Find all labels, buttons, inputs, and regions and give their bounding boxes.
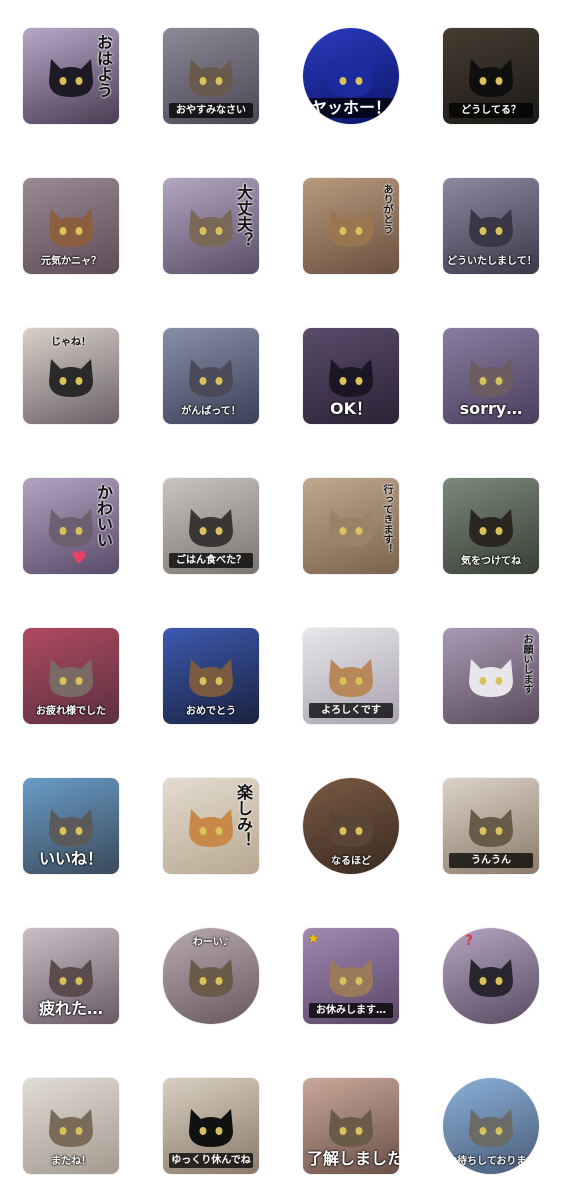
cat-icon: [469, 58, 513, 97]
sticker-caption: 元気かニャ？: [41, 256, 101, 267]
sticker-caption: ありがとう: [381, 184, 392, 234]
cat-icon: [189, 658, 233, 697]
sticker-s08[interactable]: どういたしまして！: [443, 178, 539, 274]
sticker-caption: おはよう: [94, 34, 113, 98]
heart-icon: ♥: [71, 548, 88, 569]
sticker-s15[interactable]: 行ってきます！: [303, 478, 399, 574]
sticker-s12[interactable]: sorry…: [443, 328, 539, 424]
sticker-s32[interactable]: お待ちしております: [443, 1078, 539, 1174]
sticker-s10[interactable]: がんばって！: [163, 328, 259, 424]
sticker-s18[interactable]: おめでとう: [163, 628, 259, 724]
cat-icon: [329, 658, 373, 697]
sticker-caption: いいね！: [38, 849, 103, 868]
sticker-s06[interactable]: 大丈夫？: [163, 178, 259, 274]
sticker-caption: かわいい: [94, 484, 113, 548]
sticker-s07[interactable]: ありがとう: [303, 178, 399, 274]
cat-icon: [189, 1108, 233, 1147]
sticker-caption: お願いします: [521, 634, 532, 694]
cat-icon: [469, 808, 513, 847]
sticker-s24[interactable]: うんうん: [443, 778, 539, 874]
sticker-caption: ヤッホー！: [309, 98, 393, 118]
sticker-caption: ゆっくり休んでね: [169, 1153, 253, 1168]
sticker-s02[interactable]: おやすみなさい: [163, 28, 259, 124]
cat-icon: [329, 1108, 373, 1147]
sticker-s25[interactable]: 疲れた…: [23, 928, 119, 1024]
cat-icon: [189, 58, 233, 97]
sticker-s29[interactable]: またね！: [23, 1078, 119, 1174]
cat-icon: [329, 358, 373, 397]
cat-icon: [49, 208, 93, 247]
sticker-s11[interactable]: OK！: [303, 328, 399, 424]
sticker-caption: 疲れた…: [38, 999, 103, 1018]
sticker-caption: どうしてる？: [449, 103, 533, 118]
sticker-s23[interactable]: なるほど: [303, 778, 399, 874]
cat-icon: [469, 1108, 513, 1147]
sticker-caption: わーい♪: [192, 937, 230, 948]
cat-icon: [329, 208, 373, 247]
cat-icon: [469, 358, 513, 397]
sticker-caption: お休みします…: [309, 1003, 393, 1018]
sticker-s05[interactable]: 元気かニャ？: [23, 178, 119, 274]
sticker-s19[interactable]: よろしくです: [303, 628, 399, 724]
cat-icon: [329, 508, 373, 547]
cat-icon: [469, 958, 513, 997]
cat-icon: [469, 208, 513, 247]
sticker-caption: おめでとう: [186, 706, 236, 717]
cat-icon: [49, 658, 93, 697]
sticker-s04[interactable]: どうしてる？: [443, 28, 539, 124]
sticker-caption: なるほど: [331, 856, 371, 867]
cat-icon: [469, 508, 513, 547]
cat-icon: [49, 958, 93, 997]
sticker-caption: お待ちしております: [447, 1156, 537, 1167]
sticker-s01[interactable]: おはよう: [23, 28, 119, 124]
sticker-s20[interactable]: お願いします: [443, 628, 539, 724]
sticker-s17[interactable]: お疲れ様でした: [23, 628, 119, 724]
sticker-caption: じゃね！: [51, 337, 91, 348]
sticker-s22[interactable]: 楽しみ！: [163, 778, 259, 874]
sticker-s27[interactable]: お休みします… ★: [303, 928, 399, 1024]
sticker-caption: 楽しみ！: [234, 784, 253, 848]
cat-icon: [49, 358, 93, 397]
sticker-caption: うんうん: [449, 853, 533, 868]
cat-icon: [469, 658, 513, 697]
sticker-s14[interactable]: ごはん食べた？: [163, 478, 259, 574]
sticker-grid: おはようおやすみなさい ヤッホー！ どうしてる？ 元気かニャ？ 大丈夫？ ありがとうどうい…: [0, 0, 562, 1200]
sticker-caption: 気をつけてね: [461, 556, 521, 567]
cat-icon: [189, 508, 233, 547]
sticker-s31[interactable]: 了解しました: [303, 1078, 399, 1174]
sticker-caption: がんばって！: [181, 406, 241, 417]
sticker-s03[interactable]: ヤッホー！: [303, 28, 399, 124]
sticker-s09[interactable]: じゃね！: [23, 328, 119, 424]
sticker-caption: OK！: [329, 399, 372, 418]
sticker-caption: 大丈夫？: [234, 184, 253, 248]
sticker-caption: sorry…: [459, 399, 523, 418]
sticker-caption: よろしくです: [309, 703, 393, 718]
sticker-s16[interactable]: 気をつけてね: [443, 478, 539, 574]
sticker-caption: 了解しました: [307, 1149, 399, 1168]
sticker-caption: 行ってきます！: [381, 484, 392, 554]
sticker-s13[interactable]: かわいい ♥: [23, 478, 119, 574]
sticker-s30[interactable]: ゆっくり休んでね: [163, 1078, 259, 1174]
cat-icon: [49, 808, 93, 847]
sticker-caption: お疲れ様でした: [36, 706, 106, 717]
sticker-caption: おやすみなさい: [169, 103, 253, 118]
cat-icon: [329, 808, 373, 847]
cat-icon: [189, 958, 233, 997]
cat-icon: [329, 958, 373, 997]
star-icon: ★: [307, 931, 320, 947]
question-mark-icon: ?: [465, 933, 474, 949]
sticker-s26[interactable]: わーい♪: [163, 928, 259, 1024]
sticker-caption: またね！: [51, 1156, 91, 1167]
sticker-caption: どういたしまして！: [447, 256, 537, 267]
cat-icon: [189, 358, 233, 397]
sticker-caption: ごはん食べた？: [169, 553, 253, 568]
sticker-s28[interactable]: ?: [443, 928, 539, 1024]
sticker-s21[interactable]: いいね！: [23, 778, 119, 874]
cat-icon: [329, 58, 373, 97]
cat-icon: [49, 1108, 93, 1147]
